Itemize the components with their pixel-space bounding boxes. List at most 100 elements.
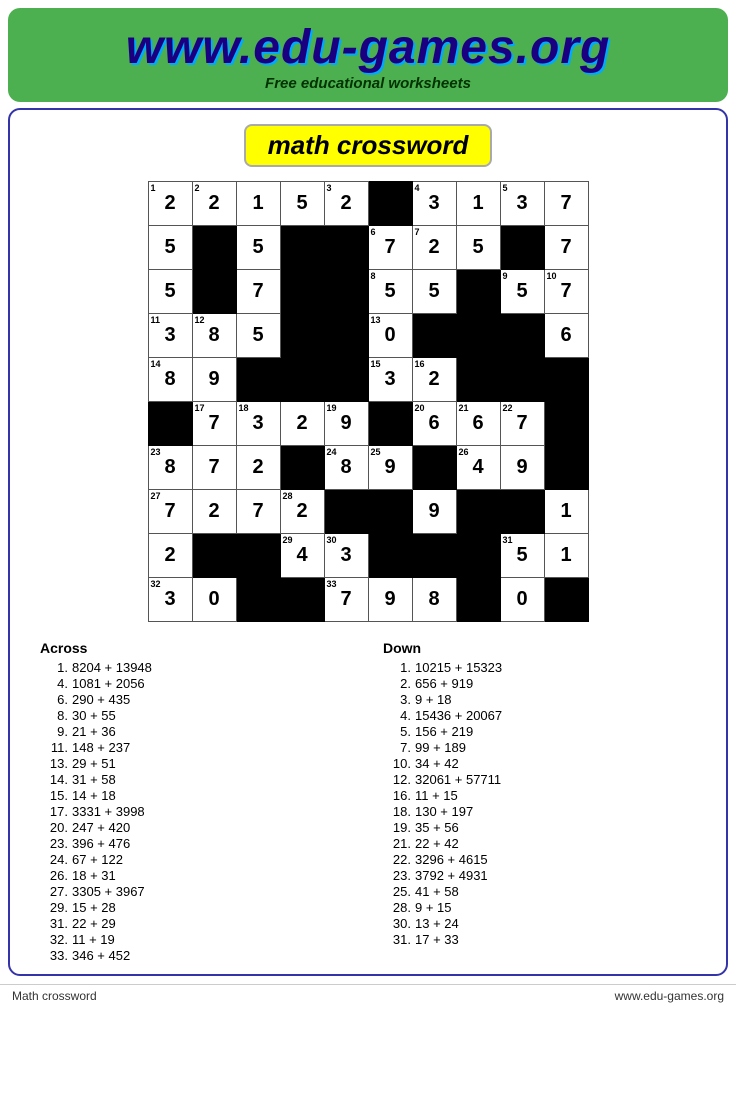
cell-value: 6	[428, 412, 439, 434]
grid-cell: 7	[544, 182, 588, 226]
cell-value: 8	[208, 324, 219, 346]
clue-item: 32.11 + 19	[40, 932, 353, 947]
grid-cell	[544, 578, 588, 622]
clue-text: 3792 + 4931	[415, 868, 488, 883]
header-title: www.edu-games.org	[28, 20, 708, 75]
grid-cell: 5	[280, 182, 324, 226]
clue-text: 35 + 56	[415, 820, 459, 835]
grid-cell: 9	[412, 490, 456, 534]
grid-cell	[456, 490, 500, 534]
cell-value: 5	[516, 544, 527, 566]
clue-item: 26.18 + 31	[40, 868, 353, 883]
grid-cell: 1	[236, 182, 280, 226]
clue-number: 10.	[383, 756, 411, 771]
clue-text: 22 + 29	[72, 916, 116, 931]
grid-cell	[324, 226, 368, 270]
clue-item: 22.3296 + 4615	[383, 852, 696, 867]
clue-item: 29.15 + 28	[40, 900, 353, 915]
cell-number: 15	[371, 359, 381, 369]
clue-text: 8204 + 13948	[72, 660, 152, 675]
header-subtitle: Free educational worksheets	[28, 75, 708, 92]
grid-cell	[500, 314, 544, 358]
cell-value: 8	[164, 368, 175, 390]
clue-item: 16.11 + 15	[383, 788, 696, 803]
grid-cell: 6	[544, 314, 588, 358]
clue-text: 396 + 476	[72, 836, 130, 851]
grid-cell	[324, 314, 368, 358]
clue-text: 67 + 122	[72, 852, 123, 867]
clue-item: 17.3331 + 3998	[40, 804, 353, 819]
grid-cell: 2	[280, 402, 324, 446]
grid-cell: 2	[192, 490, 236, 534]
cell-value: 0	[516, 588, 527, 610]
clue-item: 27.3305 + 3967	[40, 884, 353, 899]
grid-cell: 1	[544, 490, 588, 534]
clue-item: 8.30 + 55	[40, 708, 353, 723]
clue-number: 3.	[383, 692, 411, 707]
grid-cell: 5	[236, 314, 280, 358]
grid-cell: 7	[544, 226, 588, 270]
grid-cell: 183	[236, 402, 280, 446]
cell-number: 11	[151, 315, 161, 325]
clues-across: Across 1.8204 + 139484.1081 + 20566.290 …	[40, 640, 353, 964]
clue-number: 1.	[40, 660, 68, 675]
cell-value: 5	[164, 280, 175, 302]
grid-cell	[412, 534, 456, 578]
clue-item: 10.34 + 42	[383, 756, 696, 771]
clue-item: 15.14 + 18	[40, 788, 353, 803]
grid-cell: 2	[148, 534, 192, 578]
clue-number: 8.	[40, 708, 68, 723]
grid-cell	[412, 314, 456, 358]
cell-number: 24	[327, 447, 337, 457]
clue-text: 29 + 51	[72, 756, 116, 771]
clue-item: 3.9 + 18	[383, 692, 696, 707]
clue-text: 21 + 36	[72, 724, 116, 739]
cell-value: 9	[340, 412, 351, 434]
grid-cell: 9	[192, 358, 236, 402]
cell-number: 20	[415, 403, 425, 413]
grid-cell	[456, 534, 500, 578]
cell-value: 3	[384, 368, 395, 390]
cell-number: 8	[371, 271, 376, 281]
clue-number: 33.	[40, 948, 68, 963]
cell-value: 4	[296, 544, 307, 566]
grid-cell: 5	[148, 270, 192, 314]
cell-value: 7	[340, 588, 351, 610]
clue-text: 17 + 33	[415, 932, 459, 947]
cell-value: 7	[560, 280, 571, 302]
cell-value: 2	[428, 236, 439, 258]
clue-text: 15 + 28	[72, 900, 116, 915]
cell-value: 3	[428, 192, 439, 214]
across-heading: Across	[40, 640, 353, 656]
grid-cell	[280, 446, 324, 490]
clue-item: 20.247 + 420	[40, 820, 353, 835]
clue-item: 21.22 + 42	[383, 836, 696, 851]
cell-value: 7	[208, 456, 219, 478]
clue-item: 12.32061 + 57711	[383, 772, 696, 787]
cell-value: 7	[252, 500, 263, 522]
grid-cell	[280, 358, 324, 402]
grid-cell: 113	[148, 314, 192, 358]
clue-item: 9. 21 + 36	[40, 724, 353, 739]
crossword-container: 1222153243153755677257578559510711312851…	[30, 181, 706, 622]
cell-number: 22	[503, 403, 513, 413]
cell-value: 2	[164, 544, 175, 566]
clue-text: 10215 + 15323	[415, 660, 502, 675]
grid-cell	[368, 182, 412, 226]
clue-text: 3296 + 4615	[415, 852, 488, 867]
clue-number: 30.	[383, 916, 411, 931]
cell-number: 3	[327, 183, 332, 193]
cell-number: 18	[239, 403, 249, 413]
grid-cell	[280, 314, 324, 358]
clue-item: 1. 8204 + 13948	[40, 660, 353, 675]
clue-number: 17.	[40, 804, 68, 819]
cell-number: 25	[371, 447, 381, 457]
clue-text: 31 + 58	[72, 772, 116, 787]
clue-item: 4.15436 + 20067	[383, 708, 696, 723]
clue-number: 9.	[40, 724, 68, 739]
grid-cell	[280, 226, 324, 270]
grid-cell: 107	[544, 270, 588, 314]
clue-item: 31.17 + 33	[383, 932, 696, 947]
clue-text: 22 + 42	[415, 836, 459, 851]
cell-number: 19	[327, 403, 337, 413]
